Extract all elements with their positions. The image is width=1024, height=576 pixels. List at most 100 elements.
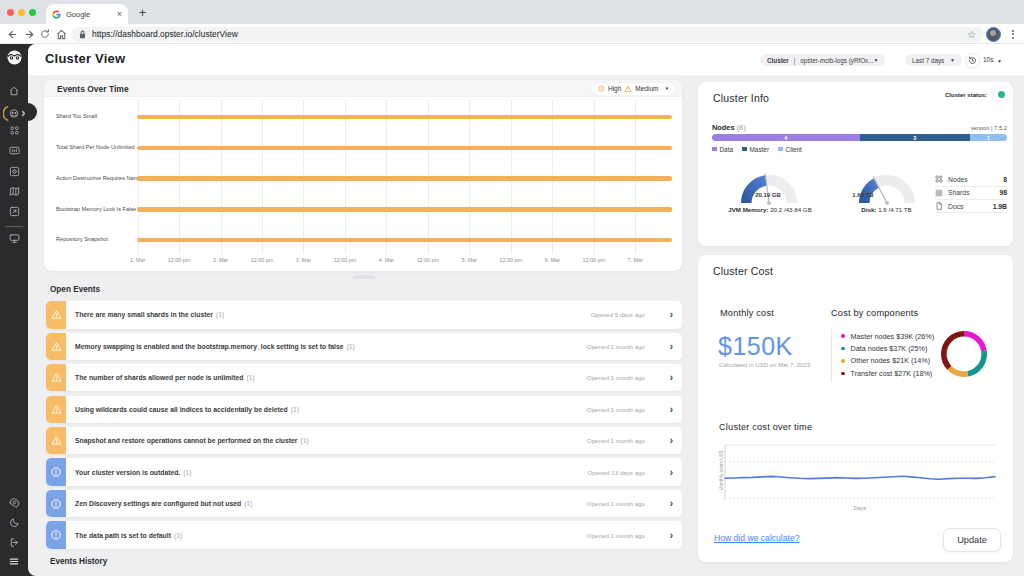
sidebar-logout-icon[interactable]: [0, 537, 28, 548]
event-row[interactable]: Zen Discovery settings are configured bu…: [46, 490, 682, 517]
opster-logo[interactable]: [0, 50, 28, 65]
cluster-status-badge: [993, 86, 1010, 103]
events-history-title: Events History: [50, 557, 107, 566]
sidebar-monitor-icon[interactable]: [0, 233, 28, 244]
cluster-version: version | 7.5.2: [971, 125, 1007, 131]
tab-title: Google: [66, 10, 117, 19]
refresh-icon[interactable]: [38, 27, 52, 41]
cluster-status-label: Cluster status:: [945, 92, 987, 98]
cost-donut-chart: [939, 329, 989, 379]
legend-dot: [841, 359, 845, 363]
event-row[interactable]: Snapshot and restore operations cannot b…: [46, 427, 682, 454]
sidebar-export-icon[interactable]: [0, 206, 28, 217]
event-row[interactable]: There are many small shards in the clust…: [46, 301, 682, 328]
sidebar-cluster-view-icon[interactable]: [0, 105, 28, 122]
chevron-right-icon[interactable]: ›: [670, 364, 673, 391]
window-minimize-button[interactable]: [18, 9, 25, 16]
back-icon[interactable]: [5, 27, 19, 41]
event-count: (1): [300, 437, 308, 444]
event-row[interactable]: Using wildcards could cause all indices …: [46, 396, 682, 423]
cost-chart-ylabel: Monthly costs US$: [719, 436, 724, 506]
chart-category-label: Action Destructive Requires Name: [56, 175, 142, 181]
event-title: Snapshot and restore operations cannot b…: [75, 427, 309, 454]
app-header: Cluster View Cluster | opster-mclb-logs …: [28, 44, 1024, 75]
sidebar-nodes-icon[interactable]: [0, 125, 28, 136]
chevron-right-icon[interactable]: ›: [670, 396, 673, 423]
browser-tab[interactable]: Google ×: [46, 4, 128, 24]
update-button[interactable]: Update: [943, 528, 1001, 552]
address-bar[interactable]: https://dashboard.opster.io/clusterView …: [71, 27, 984, 42]
event-row[interactable]: Memory swapping is enabled and the boots…: [46, 333, 682, 360]
sidebar-moon-icon[interactable]: [0, 517, 28, 528]
bookmark-star-icon[interactable]: ☆: [967, 29, 976, 40]
cost-components-label: Cost by components: [831, 308, 918, 318]
cost-over-time-chart: [698, 440, 1013, 510]
sidebar-settings-box-icon[interactable]: [0, 166, 28, 177]
event-title: Your cluster version is outdated.(1): [75, 458, 192, 485]
sidebar-gear-icon[interactable]: [0, 497, 28, 508]
legend-dot: [841, 347, 845, 351]
auto-refresh-button[interactable]: [965, 53, 980, 68]
event-row[interactable]: Your cluster version is outdated.(1)Open…: [46, 458, 682, 485]
home-icon[interactable]: [54, 27, 68, 41]
tab-close-icon[interactable]: ×: [117, 10, 122, 19]
event-opened-label: Opened 1 month ago: [587, 521, 645, 548]
cost-note: Calculated in USD on Mar 7, 2023: [719, 362, 810, 368]
how-did-we-calculate-link[interactable]: How did we calculate?: [714, 533, 800, 543]
chevron-down-icon[interactable]: ▼: [997, 58, 1002, 64]
event-opened-label: Opened 1 month ago: [587, 490, 645, 517]
sidebar-report-icon[interactable]: [0, 145, 28, 156]
nodes-legend: DataMasterClient: [712, 146, 802, 153]
chart-category-label: Shard Too Small: [56, 113, 97, 119]
x-tick-label: 12:00 pm: [242, 257, 282, 263]
forward-icon[interactable]: [22, 27, 36, 41]
chevron-right-icon[interactable]: ›: [670, 490, 673, 517]
cluster-cost-panel: Cluster Cost Monthly cost $150K Calculat…: [698, 255, 1013, 562]
jvm-gauge-caption: JVM Memory: 20.2 /43.84 GB: [706, 206, 834, 213]
chevron-right-icon[interactable]: ›: [670, 301, 673, 328]
browser-menu-icon[interactable]: [1008, 27, 1018, 41]
x-tick-label: 3. Mar: [283, 257, 323, 263]
nodes-bar-segment: 3: [860, 134, 971, 141]
nodes-bar-segment: 1: [970, 134, 1007, 141]
nodes-distribution-bar: 431: [712, 134, 1007, 141]
info-circle-icon: [46, 490, 66, 517]
event-row[interactable]: The data path is set to default(1)Opened…: [46, 521, 682, 548]
cost-component-label: Other nodes $21K (14%): [851, 356, 931, 365]
chevron-right-icon[interactable]: ›: [670, 521, 673, 548]
warning-triangle-icon: [46, 301, 66, 328]
sidebar-home-icon[interactable]: [0, 86, 28, 96]
x-tick-label: 12:00 pm: [408, 257, 448, 263]
sidebar-menu-icon[interactable]: [0, 556, 28, 567]
x-tick-label: 12:00 pm: [574, 257, 614, 263]
app-window: Cluster View Cluster | opster-mclb-logs …: [0, 44, 1024, 576]
chevron-right-icon[interactable]: ›: [670, 333, 673, 360]
chart-category-label: Bootstrap Memory Lock Is False: [56, 206, 136, 212]
severity-filter[interactable]: High Medium ▼: [592, 83, 675, 95]
refresh-interval-value[interactable]: 10s: [983, 56, 993, 63]
nodes-legend-item: Client: [778, 146, 802, 153]
event-row[interactable]: The number of shards allowed per node is…: [46, 364, 682, 391]
browser-profile-avatar[interactable]: [986, 27, 1001, 42]
window-zoom-button[interactable]: [29, 9, 36, 16]
chevron-right-icon[interactable]: ›: [670, 458, 673, 485]
nodes-count: (8): [737, 123, 746, 132]
nodes-icon: [935, 175, 943, 183]
window-close-button[interactable]: [7, 9, 14, 16]
info-circle-icon: [46, 521, 66, 548]
event-count: (1): [347, 343, 355, 350]
chevron-right-icon[interactable]: ›: [670, 427, 673, 454]
sidebar-map-icon[interactable]: [0, 186, 28, 197]
chart-scroll-handle[interactable]: [353, 275, 375, 279]
stat-value: 8: [1003, 176, 1007, 183]
nodes-legend-item: Master: [742, 146, 769, 153]
event-title: Memory swapping is enabled and the boots…: [75, 333, 355, 360]
nodes-label: Nodes (8): [712, 123, 746, 132]
jvm-gauge-value: 20.19 GB: [738, 192, 798, 198]
event-opened-label: Opened 1 month ago: [587, 427, 645, 454]
monthly-cost-amount: $150K: [718, 332, 793, 361]
cluster-select[interactable]: Cluster | opster-mclb-logs (yRfOx... ▼: [760, 54, 885, 66]
x-tick-label: 5. Mar: [449, 257, 489, 263]
new-tab-button[interactable]: +: [134, 5, 151, 22]
date-range-select[interactable]: Last 7 days ▼: [905, 54, 962, 66]
